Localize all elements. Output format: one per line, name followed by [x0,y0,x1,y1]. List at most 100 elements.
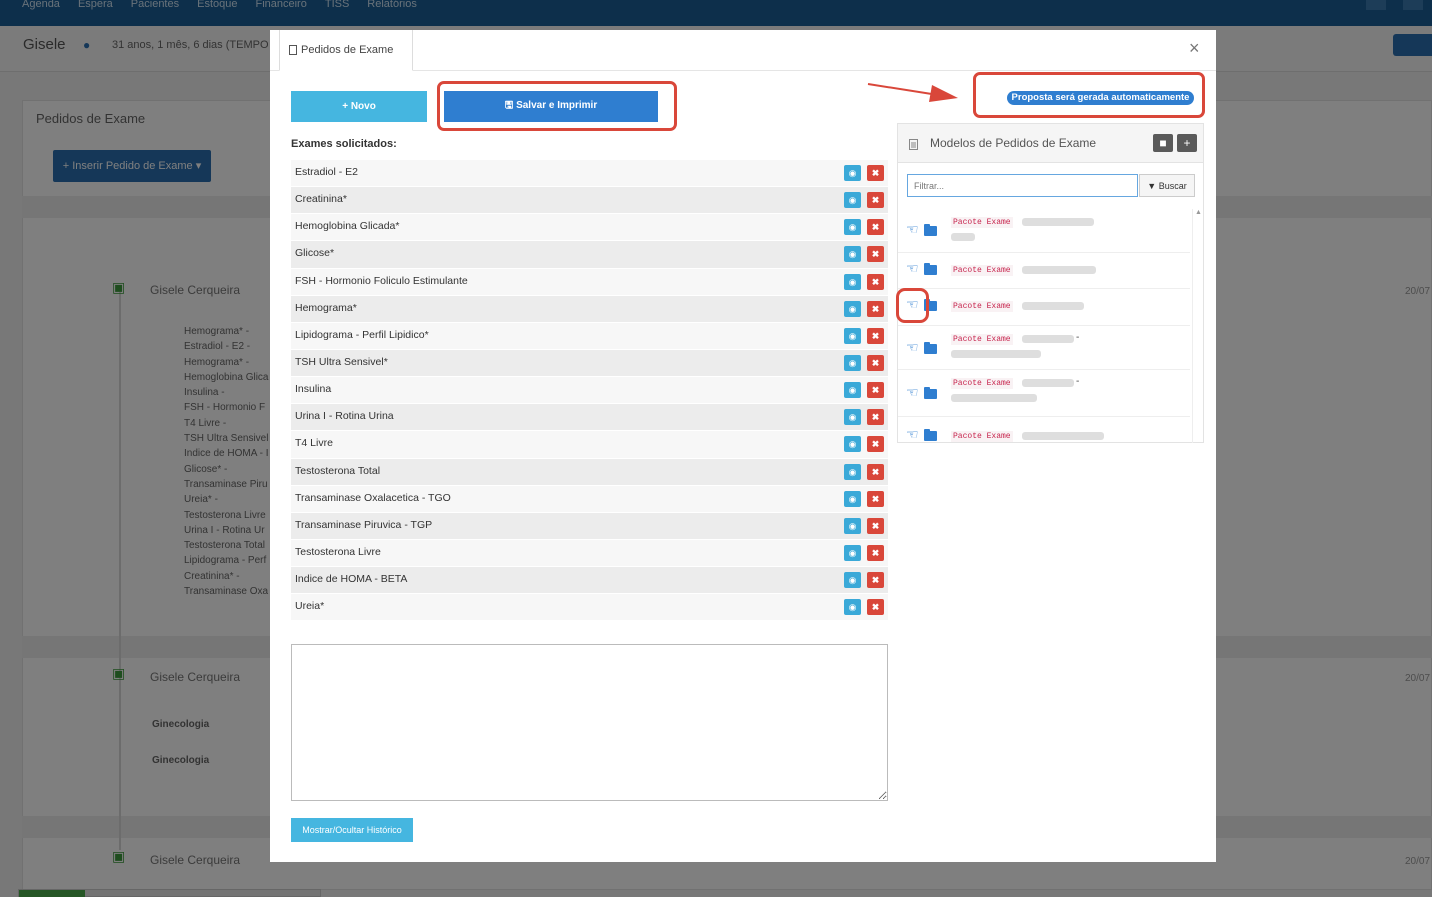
remove-button[interactable]: ✖ [867,165,884,181]
hand-pointer-icon[interactable]: ☜ [906,221,919,238]
close-icon: ✖ [871,575,880,586]
comment-button[interactable]: ◉ [844,544,861,561]
remove-button[interactable]: ✖ [867,463,884,480]
comment-button[interactable]: ◉ [844,463,861,480]
model-item[interactable]: ☜ Pacote Exame [898,253,1190,289]
search-button[interactable]: ▼ Buscar [1139,174,1195,197]
remove-button[interactable]: ✖ [867,490,884,507]
close-icon: ✖ [871,466,880,477]
model-item[interactable]: ☜ Pacote Exame [898,209,1190,253]
comment-button[interactable]: ◉ [844,165,861,181]
exam-name: Testosterona Total [295,464,381,477]
remove-button[interactable]: ✖ [867,192,884,209]
comment-button[interactable]: ◉ [844,192,861,209]
redacted-text [951,350,1041,358]
comment-icon: ◉ [848,575,857,586]
remove-button[interactable]: ✖ [867,544,884,561]
model-suffix: - [1076,332,1080,343]
comment-button[interactable]: ◉ [844,273,861,290]
scroll-up-icon[interactable]: ▲ [1195,209,1202,216]
exam-name: Glicose* [295,247,335,260]
exam-name: Creatinina* [295,193,347,206]
model-item[interactable]: ☜ Pacote Exame - [898,370,1190,417]
highlight-save-annotation [437,81,677,131]
exam-row: Glicose* ◉ ✖ [291,241,888,269]
remove-button[interactable]: ✖ [867,517,884,534]
remove-button[interactable]: ✖ [867,354,884,371]
filter-icon: ▼ [1147,180,1157,191]
comment-button[interactable]: ◉ [844,436,861,453]
exam-row: Testosterona Total ◉ ✖ [291,458,888,486]
remove-button[interactable]: ✖ [867,273,884,290]
hand-pointer-icon[interactable]: ☜ [906,339,919,356]
models-panel: Modelos de Pedidos de Exame ■ + ▼ Buscar… [897,123,1204,443]
comment-icon: ◉ [848,520,857,531]
exam-row: Ureia* ◉ ✖ [291,594,888,622]
remove-button[interactable]: ✖ [867,599,884,616]
filter-input[interactable] [907,174,1138,197]
package-tag: Pacote Exame [951,378,1013,389]
exam-row: FSH - Hormonio Foliculo Estimulante ◉ ✖ [291,268,888,296]
close-icon: ✖ [871,222,880,233]
comment-button[interactable]: ◉ [844,219,861,236]
close-icon: ✖ [871,249,880,260]
search-button-label: Buscar [1158,180,1187,191]
exam-row: Transaminase Oxalacetica - TGO ◉ ✖ [291,485,888,513]
comment-button[interactable]: ◉ [844,409,861,426]
folder-icon [924,224,937,236]
close-button[interactable]: × [1189,38,1200,59]
exam-name: Indice de HOMA - BETA [295,573,408,586]
remove-button[interactable]: ✖ [867,382,884,399]
close-icon: ✖ [871,385,880,396]
folder-icon [924,429,937,441]
remove-button[interactable]: ✖ [867,300,884,317]
comment-button[interactable]: ◉ [844,490,861,507]
comment-icon: ◉ [848,276,857,287]
folder-icon: ■ [1159,136,1167,150]
folder-icon [924,263,937,275]
comment-button[interactable]: ◉ [844,300,861,317]
close-icon: ✖ [871,330,880,341]
comment-button[interactable]: ◉ [844,354,861,371]
redacted-text [1022,379,1074,387]
tab-pedidos-de-exame[interactable]: Pedidos de Exame [279,30,413,71]
exam-name: Transaminase Oxalacetica - TGO [295,491,451,504]
hand-pointer-icon[interactable]: ☜ [906,260,919,277]
toggle-history-button[interactable]: Mostrar/Ocultar Histórico [291,818,413,842]
package-tag: Pacote Exame [951,301,1013,312]
comment-button[interactable]: ◉ [844,599,861,616]
comment-button[interactable]: ◉ [844,517,861,534]
exam-name: Hemograma* [295,301,357,314]
model-item[interactable]: ☜ Pacote Exame - [898,326,1190,370]
remove-button[interactable]: ✖ [867,409,884,426]
remove-button[interactable]: ✖ [867,246,884,263]
modal-header: Pedidos de Exame × [270,30,1216,71]
comment-button[interactable]: ◉ [844,246,861,263]
comment-icon: ◉ [848,412,857,423]
redacted-text [1022,266,1096,274]
proposta-badge: Proposta será gerada automaticamente [1007,91,1194,105]
remove-button[interactable]: ✖ [867,327,884,344]
comment-button[interactable]: ◉ [844,327,861,344]
package-tag: Pacote Exame [951,431,1013,442]
comment-button[interactable]: ◉ [844,572,861,589]
close-icon: ✖ [871,439,880,450]
models-list: ☜ Pacote Exame ☜ Pacote Exame ☜ Pacote E… [898,209,1190,443]
folder-button[interactable]: ■ [1153,134,1173,152]
model-item[interactable]: ☜ Pacote Exame [898,289,1190,326]
remove-button[interactable]: ✖ [867,572,884,589]
exam-row: Indice de HOMA - BETA ◉ ✖ [291,567,888,595]
new-button[interactable]: + Novo [291,91,427,122]
comment-icon: ◉ [848,330,857,341]
notes-textarea[interactable] [291,644,888,801]
remove-button[interactable]: ✖ [867,219,884,236]
models-scrollbar[interactable]: ▲ [1192,209,1202,443]
redacted-text [1022,335,1074,343]
model-item[interactable]: ☜ Pacote Exame [898,417,1190,443]
remove-button[interactable]: ✖ [867,436,884,453]
comment-button[interactable]: ◉ [844,382,861,399]
add-model-button[interactable]: + [1177,134,1197,152]
exam-name: Hemoglobina Glicada* [295,220,400,233]
hand-pointer-icon[interactable]: ☜ [906,384,919,401]
hand-pointer-icon[interactable]: ☜ [906,426,919,443]
